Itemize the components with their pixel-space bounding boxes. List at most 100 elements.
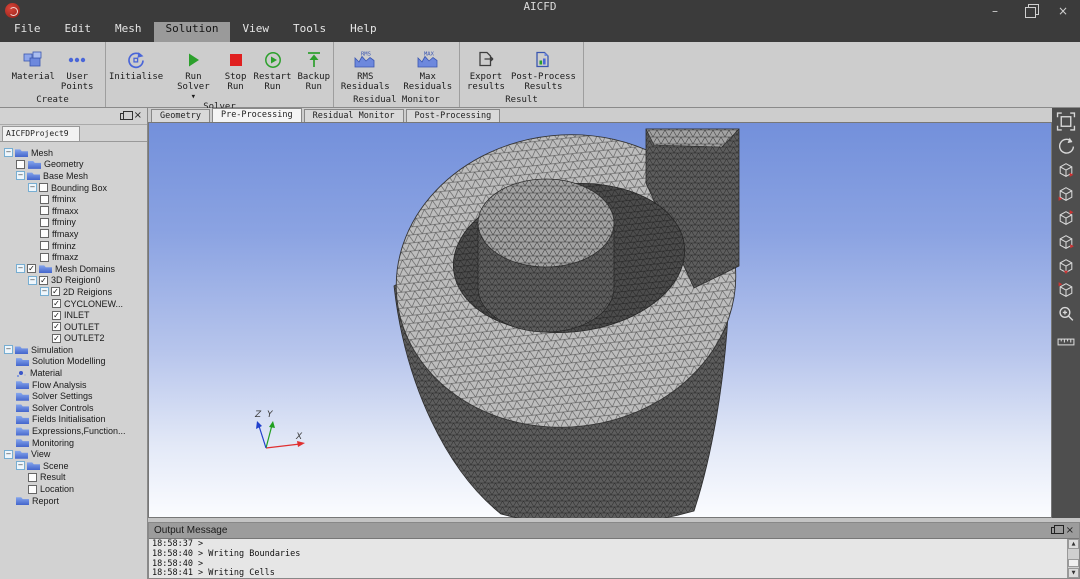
tree-item-inlet[interactable]: ✓INLET xyxy=(0,309,147,321)
tree-item-bounding-box[interactable]: −Bounding Box xyxy=(0,182,147,194)
tree-item-scene[interactable]: −Scene xyxy=(0,460,147,472)
tree-item-ffminx[interactable]: ffminx xyxy=(0,193,147,205)
collapse-icon[interactable]: − xyxy=(4,148,13,157)
scroll-up-icon[interactable]: ▲ xyxy=(1068,539,1079,549)
tree-item-simulation[interactable]: −Simulation xyxy=(0,344,147,356)
post-process-results-button[interactable]: Post-Process Results xyxy=(508,45,579,92)
tab-pre-processing[interactable]: Pre-Processing xyxy=(212,108,302,122)
view-iso-button[interactable] xyxy=(1056,162,1076,181)
checkbox-checked[interactable]: ✓ xyxy=(51,287,60,296)
checkbox-checked[interactable]: ✓ xyxy=(52,334,61,343)
tab-geometry[interactable]: Geometry xyxy=(151,109,210,122)
checkbox-unchecked[interactable] xyxy=(40,218,49,227)
collapse-icon[interactable]: − xyxy=(16,171,25,180)
view-back-button[interactable] xyxy=(1056,210,1076,229)
collapse-icon[interactable]: − xyxy=(16,461,25,470)
menu-tools[interactable]: Tools xyxy=(281,22,338,42)
tree-item-mesh[interactable]: −Mesh xyxy=(0,147,147,159)
tree-item-ffmaxz[interactable]: ffmaxz xyxy=(0,251,147,263)
maximize-button[interactable] xyxy=(1012,0,1046,22)
checkbox-unchecked[interactable] xyxy=(28,473,37,482)
float-panel-icon[interactable] xyxy=(120,113,128,120)
collapse-icon[interactable]: − xyxy=(4,450,13,459)
initialise-button[interactable]: Initialise xyxy=(106,45,166,82)
checkbox-checked[interactable]: ✓ xyxy=(52,299,61,308)
fit-view-button[interactable] xyxy=(1056,114,1076,133)
tree-item-base-mesh[interactable]: −Base Mesh xyxy=(0,170,147,182)
checkbox-unchecked[interactable] xyxy=(28,485,37,494)
tree-item-monitoring[interactable]: Monitoring xyxy=(0,437,147,449)
rms-residuals-button[interactable]: RMSRMS Residuals xyxy=(334,45,397,92)
export-results-button[interactable]: Export results xyxy=(464,45,508,92)
menu-file[interactable]: File xyxy=(2,22,53,42)
tree-item-ffminy[interactable]: ffminy xyxy=(0,217,147,229)
max-residuals-button[interactable]: MAXMax Residuals xyxy=(397,45,460,92)
view-right-button[interactable] xyxy=(1056,258,1076,277)
rotate-view-button[interactable] xyxy=(1056,138,1076,157)
tree-item-3d-reigion0[interactable]: −✓3D Reigion0 xyxy=(0,275,147,287)
minimize-button[interactable]: – xyxy=(978,0,1012,22)
tree-item-result[interactable]: Result xyxy=(0,472,147,484)
project-tab[interactable]: AICFDProject9 xyxy=(2,126,80,141)
tree-item-report[interactable]: Report xyxy=(0,495,147,507)
close-button[interactable]: × xyxy=(1046,0,1080,22)
view-front-button[interactable] xyxy=(1056,186,1076,205)
tree-item-expressions-function[interactable]: Expressions,Function... xyxy=(0,425,147,437)
checkbox-unchecked[interactable] xyxy=(40,229,49,238)
checkbox-unchecked[interactable] xyxy=(40,206,49,215)
tree-item-fields-initialisation[interactable]: Fields Initialisation xyxy=(0,414,147,426)
float-panel-icon[interactable] xyxy=(1051,527,1059,534)
viewport-3d[interactable]: X Y Z xyxy=(148,122,1052,518)
checkbox-unchecked[interactable] xyxy=(16,160,25,169)
tree-item-geometry[interactable]: Geometry xyxy=(0,159,147,171)
view-left-button[interactable] xyxy=(1056,234,1076,253)
collapse-icon[interactable]: − xyxy=(40,287,49,296)
scroll-down-icon[interactable]: ▼ xyxy=(1068,568,1079,578)
checkbox-checked[interactable]: ✓ xyxy=(52,322,61,331)
collapse-icon[interactable]: − xyxy=(4,345,13,354)
checkbox-checked[interactable]: ✓ xyxy=(39,276,48,285)
scroll-thumb[interactable] xyxy=(1068,559,1079,567)
view-top-button[interactable] xyxy=(1056,282,1076,301)
tree-item-solver-controls[interactable]: Solver Controls xyxy=(0,402,147,414)
tree-item-cyclonew[interactable]: ✓CYCLONEW... xyxy=(0,298,147,310)
tree-item-outlet[interactable]: ✓OUTLET xyxy=(0,321,147,333)
tree-item-solution-modelling[interactable]: Solution Modelling xyxy=(0,356,147,368)
material-button[interactable]: Material xyxy=(9,45,58,82)
ruler-button[interactable] xyxy=(1056,330,1076,349)
menu-help[interactable]: Help xyxy=(338,22,389,42)
tree-item-location[interactable]: Location xyxy=(0,483,147,495)
collapse-icon[interactable]: − xyxy=(28,183,37,192)
restart-run-button[interactable]: Restart Run xyxy=(251,45,295,92)
user-points-button[interactable]: User Points xyxy=(58,45,97,92)
tab-post-processing[interactable]: Post-Processing xyxy=(406,109,501,122)
checkbox-unchecked[interactable] xyxy=(40,253,49,262)
zoom-area-button[interactable] xyxy=(1056,306,1076,325)
run-solver-button[interactable]: Run Solver ▾ xyxy=(166,45,220,102)
close-panel-icon[interactable]: × xyxy=(1066,526,1074,536)
checkbox-unchecked[interactable] xyxy=(39,183,48,192)
tree-item-ffmaxx[interactable]: ffmaxx xyxy=(0,205,147,217)
collapse-icon[interactable]: − xyxy=(16,264,25,273)
tree-item-ffmaxy[interactable]: ffmaxy xyxy=(0,228,147,240)
menu-edit[interactable]: Edit xyxy=(53,22,104,42)
checkbox-checked[interactable]: ✓ xyxy=(52,311,61,320)
tree-item-flow-analysis[interactable]: Flow Analysis xyxy=(0,379,147,391)
close-panel-icon[interactable]: × xyxy=(134,111,142,121)
tree-item-view[interactable]: −View xyxy=(0,448,147,460)
tree-item-ffminz[interactable]: ffminz xyxy=(0,240,147,252)
tree-item-solver-settings[interactable]: Solver Settings xyxy=(0,390,147,402)
tree-item-2d-reigions[interactable]: −✓2D Reigions xyxy=(0,286,147,298)
tree-item-outlet2[interactable]: ✓OUTLET2 xyxy=(0,333,147,345)
checkbox-unchecked[interactable] xyxy=(40,195,49,204)
stop-run-button[interactable]: Stop Run xyxy=(221,45,251,92)
menu-solution[interactable]: Solution xyxy=(154,22,231,42)
output-scrollbar[interactable]: ▲ ▼ xyxy=(1067,539,1079,578)
tree-item-mesh-domains[interactable]: −✓Mesh Domains xyxy=(0,263,147,275)
backup-run-button[interactable]: Backup Run xyxy=(294,45,333,92)
tab-residual-monitor[interactable]: Residual Monitor xyxy=(304,109,404,122)
collapse-icon[interactable]: − xyxy=(28,276,37,285)
menu-view[interactable]: View xyxy=(230,22,281,42)
menu-mesh[interactable]: Mesh xyxy=(103,22,154,42)
tree-item-material[interactable]: Material xyxy=(0,367,147,379)
